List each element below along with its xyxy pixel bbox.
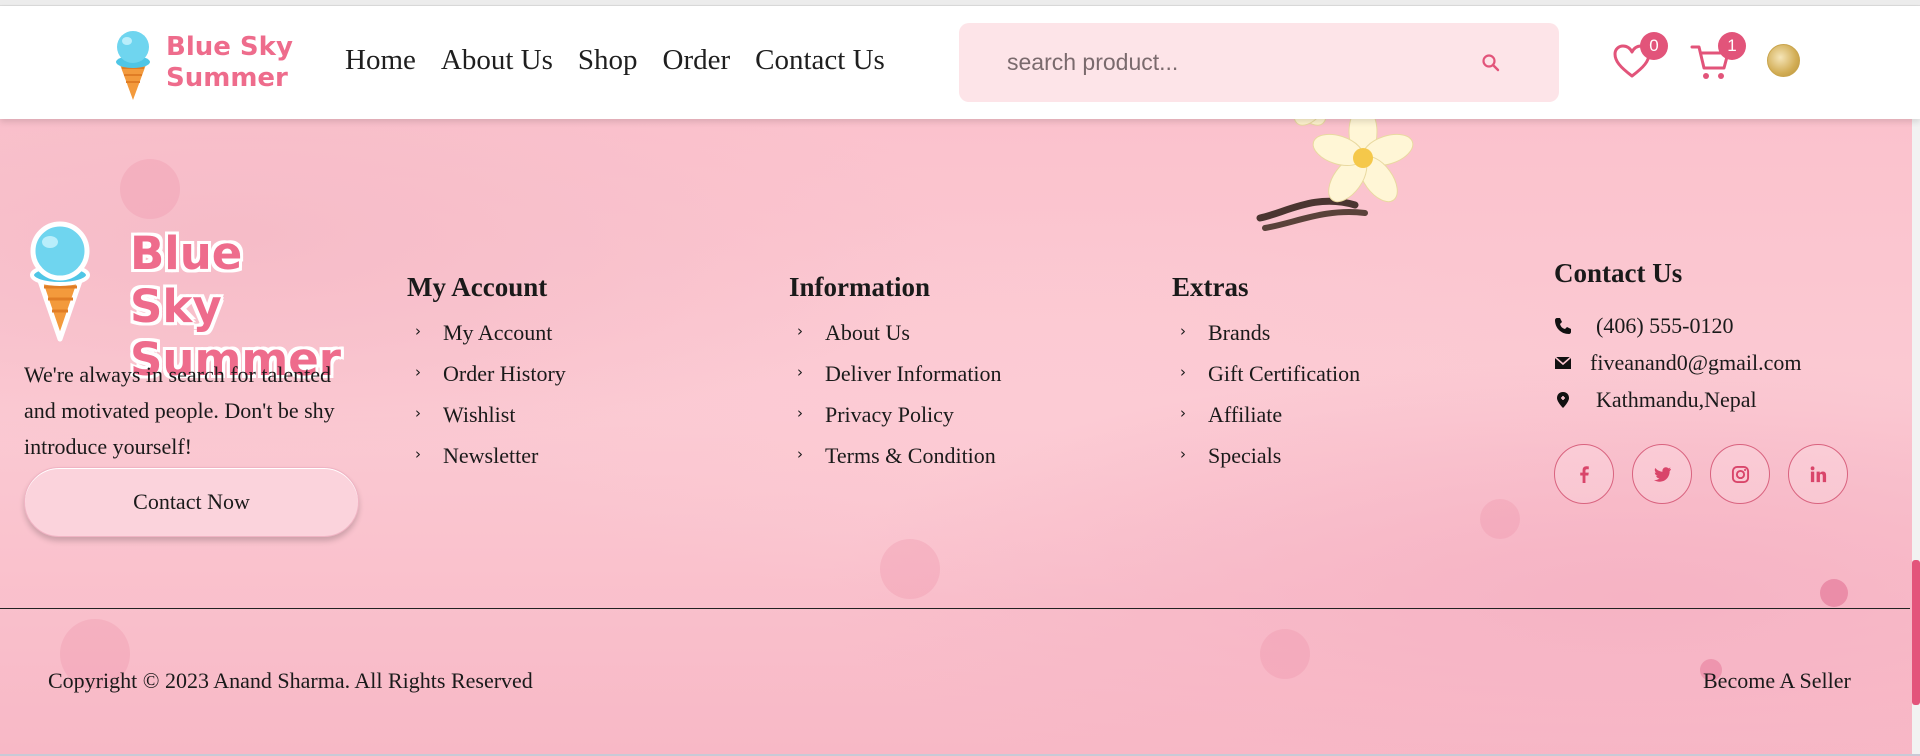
contact-address: Kathmandu,Nepal <box>1554 381 1801 418</box>
chevron-right-icon: › <box>415 363 421 381</box>
facebook-button[interactable] <box>1554 444 1614 504</box>
ice-cream-logo-icon <box>30 221 90 342</box>
link-label: Affiliate <box>1208 402 1283 427</box>
footer-link-newsletter[interactable]: › Newsletter <box>407 440 566 481</box>
search-icon[interactable] <box>1481 53 1501 73</box>
chevron-right-icon: › <box>415 404 421 422</box>
wishlist-button[interactable]: 0 <box>1612 32 1668 79</box>
decor-blot <box>1820 579 1848 607</box>
nav-contact-us[interactable]: Contact Us <box>755 44 885 77</box>
user-emblem-icon[interactable] <box>1767 44 1800 77</box>
link-label: My Account <box>443 320 553 345</box>
instagram-button[interactable] <box>1710 444 1770 504</box>
link-label: Privacy Policy <box>825 402 954 427</box>
become-a-seller-link[interactable]: Become A Seller <box>1703 668 1851 694</box>
ice-cream-logo-icon <box>110 24 156 102</box>
nav-shop[interactable]: Shop <box>578 44 638 77</box>
footer-about-text: We're always in search for talented and … <box>24 362 335 459</box>
link-label: About Us <box>825 320 910 345</box>
footer-column-information: Information › About Us › Deliver Informati… <box>789 272 1002 481</box>
footer-link-specials[interactable]: › Specials <box>1172 440 1360 481</box>
column-title: Information <box>789 272 930 302</box>
decor-blot <box>880 539 940 599</box>
nav-about-us[interactable]: About Us <box>441 44 553 77</box>
chevron-right-icon: › <box>797 404 803 422</box>
nav-home[interactable]: Home <box>345 44 416 77</box>
address-text: Kathmandu,Nepal <box>1596 386 1757 412</box>
search-bar <box>959 23 1559 102</box>
linkedin-button[interactable] <box>1788 444 1848 504</box>
mail-icon <box>1554 352 1590 374</box>
chevron-right-icon: › <box>415 445 421 463</box>
link-label: Wishlist <box>443 402 516 427</box>
phone-icon <box>1554 315 1590 337</box>
chevron-right-icon: › <box>415 322 421 340</box>
linkedin-icon <box>1810 465 1826 482</box>
site-header: Blue Sky Summer Home About Us Shop Order… <box>0 6 1920 119</box>
contact-email[interactable]: fiveanand0@gmail.com <box>1554 344 1801 381</box>
column-title: Contact Us <box>1554 258 1683 288</box>
footer-column-extras: Extras › Brands › Gift Certification › Affi… <box>1172 272 1360 481</box>
header-brand-name: Blue Sky Summer <box>166 32 293 94</box>
scrollbar-thumb[interactable] <box>1912 560 1920 705</box>
vanilla-flower-image <box>1256 119 1414 231</box>
wishlist-count-badge: 0 <box>1640 32 1668 60</box>
footer-divider <box>0 608 1910 609</box>
decor-blot <box>1260 629 1310 679</box>
location-pin-icon <box>1554 389 1590 411</box>
twitter-icon <box>1653 466 1671 482</box>
contact-phone[interactable]: (406) 555-0120 <box>1554 307 1801 344</box>
footer-link-terms[interactable]: › Terms & Condition <box>789 440 1002 481</box>
brand-line-2: Summer <box>166 63 288 93</box>
footer-link-privacy-policy[interactable]: › Privacy Policy <box>789 399 1002 440</box>
social-links <box>1554 444 1848 504</box>
decor-blot <box>1480 499 1520 539</box>
nav-order[interactable]: Order <box>663 44 731 77</box>
footer-link-affiliate[interactable]: › Affiliate <box>1172 399 1360 440</box>
link-label: Brands <box>1208 320 1271 345</box>
chevron-right-icon: › <box>1180 322 1186 340</box>
twitter-button[interactable] <box>1632 444 1692 504</box>
link-label: Order History <box>443 361 566 386</box>
chevron-right-icon: › <box>1180 445 1186 463</box>
main-nav: Home About Us Shop Order Contact Us <box>345 44 885 77</box>
contact-now-button[interactable]: Contact Now <box>24 467 359 537</box>
column-title: Extras <box>1172 272 1249 302</box>
chevron-right-icon: › <box>1180 404 1186 422</box>
footer-link-gift-certification[interactable]: › Gift Certification <box>1172 358 1360 399</box>
footer-link-wishlist[interactable]: › Wishlist <box>407 399 566 440</box>
footer-column-my-account: My Account › My Account › Order History › W… <box>407 272 566 481</box>
link-label: Newsletter <box>443 443 539 468</box>
column-title: My Account <box>407 272 548 302</box>
site-footer: Blue Sky Summer We're always in search f… <box>0 119 1920 756</box>
chevron-right-icon: › <box>797 445 803 463</box>
footer-link-my-account[interactable]: › My Account <box>407 317 566 358</box>
footer-link-about-us[interactable]: › About Us <box>789 317 1002 358</box>
phone-number: (406) 555-0120 <box>1596 312 1734 338</box>
link-label: Specials <box>1208 443 1282 468</box>
facebook-icon <box>1579 465 1589 483</box>
chevron-right-icon: › <box>797 363 803 381</box>
footer-link-deliver-information[interactable]: › Deliver Information <box>789 358 1002 399</box>
search-input[interactable] <box>1007 49 1467 76</box>
cart-button[interactable]: 1 <box>1690 32 1746 83</box>
email-address: fiveanand0@gmail.com <box>1590 349 1802 375</box>
footer-link-brands[interactable]: › Brands <box>1172 317 1360 358</box>
copyright-text: Copyright © 2023 Anand Sharma. All Right… <box>48 668 533 693</box>
instagram-icon <box>1731 465 1749 483</box>
decor-blot <box>120 159 180 219</box>
cart-count-badge: 1 <box>1718 32 1746 60</box>
footer-logo: Blue Sky Summer <box>22 217 342 386</box>
chevron-right-icon: › <box>797 322 803 340</box>
header-logo[interactable]: Blue Sky Summer <box>110 22 293 104</box>
link-label: Deliver Information <box>825 361 1002 386</box>
link-label: Gift Certification <box>1208 361 1361 386</box>
brand-line-1: Blue Sky <box>166 32 293 62</box>
footer-brand-line-1: Blue Sky <box>130 227 243 333</box>
footer-column-contact: Contact Us (406) 555-0120 fiveanand0@gma… <box>1554 258 1801 418</box>
footer-link-order-history[interactable]: › Order History <box>407 358 566 399</box>
link-label: Terms & Condition <box>825 443 996 468</box>
chevron-right-icon: › <box>1180 363 1186 381</box>
